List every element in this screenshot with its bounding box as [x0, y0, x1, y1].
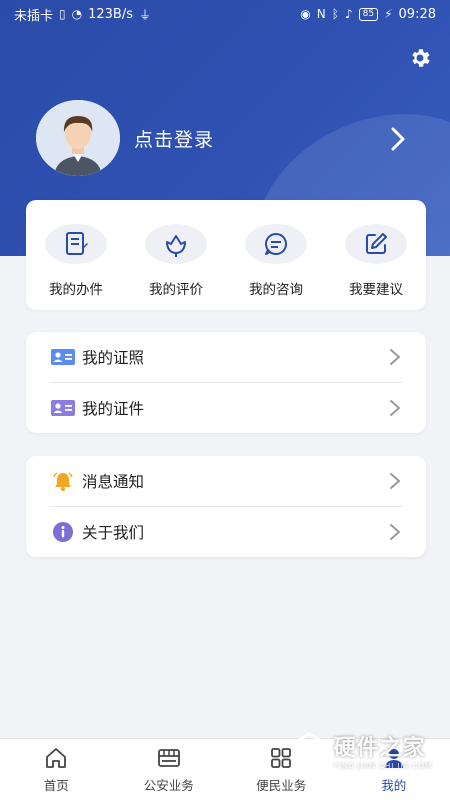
tab-label: 首页 — [43, 778, 69, 793]
lotus-icon — [145, 224, 207, 264]
quick-actions-card: 我的办件 我的评价 我的咨询 我要建议 — [26, 200, 426, 310]
store-icon — [157, 749, 180, 767]
mute-icon: ♪ — [344, 7, 353, 21]
id-card-purple-icon — [50, 398, 76, 418]
id-card-icon — [50, 347, 76, 367]
list-item-label: 我的证件 — [82, 399, 145, 418]
settings-gear-icon[interactable] — [408, 46, 432, 70]
list-item-notifications[interactable]: 消息通知 — [50, 456, 402, 506]
watermark-subtext: YING JIAN ZHI JIA.COM — [333, 762, 432, 770]
carrier-text: 未插卡 — [14, 8, 54, 24]
quick-action-my-reviews[interactable]: 我的评价 — [126, 200, 226, 310]
profile-section[interactable]: 点击登录 — [36, 100, 214, 176]
tab-home[interactable]: 首页 — [0, 739, 113, 800]
info-icon — [50, 521, 76, 542]
battery-icon: 85 — [358, 7, 379, 21]
tab-police-services[interactable]: 公安业务 — [113, 739, 226, 800]
list-item-label: 关于我们 — [82, 523, 145, 542]
tab-label: 公安业务 — [143, 778, 194, 793]
clock: 09:28 — [398, 6, 436, 22]
wifi-icon: ◔ — [71, 7, 83, 21]
charging-icon: ⚡ — [384, 7, 393, 21]
watermark-logo: 硬件之家 YING JIAN ZHI JIA.COM — [290, 730, 432, 770]
list-item-my-licenses[interactable]: 我的证照 — [50, 332, 402, 382]
hexagon-logo-icon — [292, 732, 325, 768]
chevron-right-icon — [388, 522, 402, 542]
avatar[interactable] — [36, 100, 120, 176]
quick-action-my-consultations[interactable]: 我的咨询 — [226, 200, 326, 310]
nfc-icon: N — [316, 7, 326, 21]
chevron-right-icon — [388, 398, 402, 418]
status-bar: 未插卡 ▯ ◔ 123B/s ⏚ ◉ N ᛒ ♪ 85 ⚡ 09:28 — [0, 0, 450, 28]
list-item-label: 消息通知 — [82, 473, 145, 491]
bluetooth-icon: ᛒ — [331, 7, 339, 21]
chevron-right-icon — [388, 471, 402, 491]
document-edit-icon — [45, 224, 107, 264]
info-list-card: 消息通知 关于我们 — [26, 456, 426, 557]
profile-chevron-right-icon[interactable] — [388, 124, 408, 154]
quick-action-label: 我的办件 — [49, 282, 103, 298]
chat-bubble-icon — [245, 224, 307, 264]
quick-action-my-cases[interactable]: 我的办件 — [26, 200, 126, 310]
usb-icon: ⏚ — [139, 7, 152, 22]
pencil-square-icon — [345, 224, 407, 264]
tab-label: 我的 — [381, 778, 407, 793]
watermark-text: 硬件之家 — [333, 736, 426, 761]
login-text[interactable]: 点击登录 — [134, 125, 214, 152]
list-item-label: 我的证照 — [82, 349, 145, 367]
bell-icon — [50, 471, 76, 491]
tab-label: 便民业务 — [256, 778, 307, 793]
home-icon — [46, 748, 67, 768]
sim-icon: ▯ — [59, 7, 66, 21]
quick-action-label: 我要建议 — [349, 282, 403, 298]
quick-action-label: 我的评价 — [149, 282, 203, 298]
quick-action-suggestions[interactable]: 我要建议 — [326, 200, 426, 310]
list-item-about-us[interactable]: 关于我们 — [50, 506, 402, 556]
list-item-my-certificates[interactable]: 我的证件 — [50, 382, 402, 432]
quick-action-label: 我的咨询 — [249, 282, 303, 298]
eye-icon: ◉ — [300, 7, 311, 21]
documents-list-card: 我的证照 我的证件 — [26, 332, 426, 433]
chevron-right-icon — [388, 347, 402, 367]
network-speed: 123B/s — [88, 6, 133, 22]
